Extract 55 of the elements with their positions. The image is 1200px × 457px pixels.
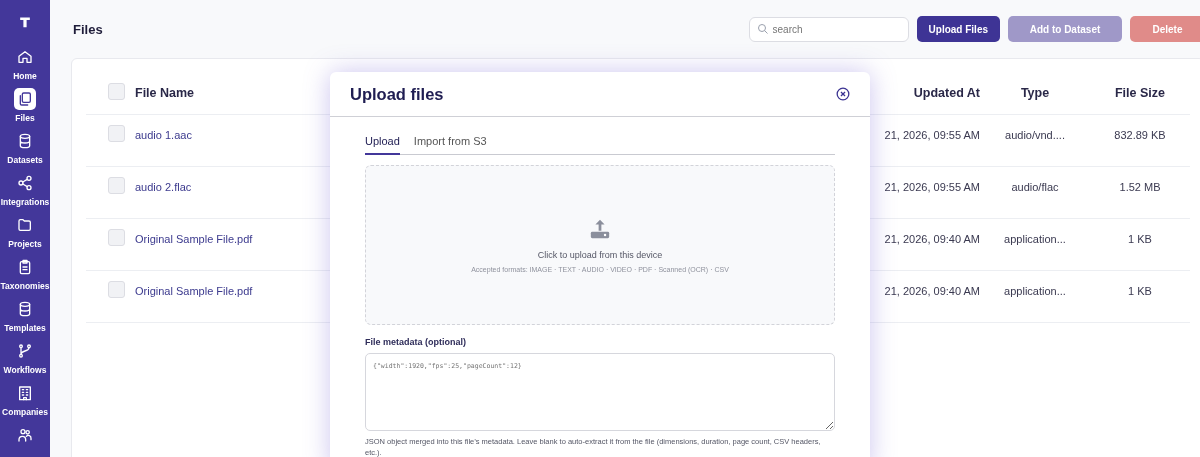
logo-icon bbox=[18, 16, 32, 29]
sidebar-item[interactable]: Datasets bbox=[7, 129, 43, 165]
table-cell: 21, 2026, 09:55 AM bbox=[884, 129, 980, 141]
dropzone-prompt: Click to upload from this device bbox=[537, 249, 663, 260]
table-cell: 21, 2026, 09:55 AM bbox=[884, 181, 980, 193]
table-cell: audio/flac bbox=[1011, 181, 1059, 193]
table-cell: application... bbox=[1004, 285, 1066, 297]
files-icon bbox=[17, 90, 33, 107]
row-checkbox[interactable] bbox=[108, 229, 125, 246]
sidebar-item[interactable]: Projects bbox=[8, 213, 42, 249]
sidebar-item[interactable]: Integrations bbox=[0, 171, 50, 207]
building-icon bbox=[17, 384, 33, 401]
database-icon bbox=[17, 300, 33, 317]
share-icon bbox=[17, 174, 33, 191]
dialog-tab[interactable]: Import from S3 bbox=[413, 131, 487, 154]
table-cell: 21, 2026, 09:40 AM bbox=[884, 285, 980, 297]
table-cell: application... bbox=[1004, 233, 1066, 245]
table-cell: 832.89 KB bbox=[1114, 129, 1166, 141]
users-icon bbox=[17, 426, 33, 443]
row-checkbox[interactable] bbox=[108, 177, 125, 194]
sidebar-item[interactable]: Templates bbox=[4, 297, 46, 333]
search-icon bbox=[756, 22, 769, 35]
select-all-checkbox[interactable] bbox=[108, 83, 125, 100]
file-name-link[interactable]: audio 1.aac bbox=[135, 129, 192, 141]
clipboard-icon bbox=[17, 258, 33, 275]
close-icon[interactable] bbox=[836, 87, 850, 101]
sidebar-item[interactable]: Home bbox=[13, 45, 37, 81]
field-label: File metadata (optional) bbox=[365, 337, 467, 347]
row-checkbox[interactable] bbox=[108, 281, 125, 298]
table-cell: 1 KB bbox=[1128, 233, 1152, 245]
search-field[interactable]: search bbox=[748, 16, 909, 42]
column-header: Type bbox=[1020, 85, 1050, 100]
file-name-link[interactable]: audio 2.flac bbox=[135, 181, 192, 193]
sidebar-item[interactable]: Companies bbox=[2, 381, 48, 417]
table-cell: 21, 2026, 09:40 AM bbox=[884, 233, 980, 245]
column-header: File Size bbox=[1115, 85, 1165, 100]
file-name-link[interactable]: Original Sample File.pdf bbox=[135, 233, 253, 245]
toolbar-button[interactable]: Upload Files bbox=[916, 16, 1000, 42]
table-cell: 1 KB bbox=[1128, 285, 1152, 297]
branch-icon bbox=[17, 342, 33, 359]
table-cell: 1.52 MB bbox=[1119, 181, 1161, 193]
page-title: Files bbox=[72, 21, 103, 37]
column-header: File Name bbox=[135, 85, 195, 100]
column-header: Updated At bbox=[913, 85, 980, 100]
dialog-title: Upload files bbox=[350, 84, 444, 104]
dialog-tab[interactable]: Upload bbox=[365, 131, 400, 155]
database-icon bbox=[17, 132, 33, 149]
row-checkbox[interactable] bbox=[108, 125, 125, 142]
sidebar-item[interactable]: Workflows bbox=[3, 339, 47, 375]
sidebar-item[interactable]: Taxonomies bbox=[0, 255, 50, 291]
file-name-link[interactable]: Original Sample File.pdf bbox=[135, 285, 253, 297]
home-icon bbox=[17, 48, 33, 65]
folder-icon bbox=[17, 216, 33, 233]
upload-icon bbox=[589, 217, 611, 240]
table-cell: audio/vnd.... bbox=[1005, 129, 1065, 141]
